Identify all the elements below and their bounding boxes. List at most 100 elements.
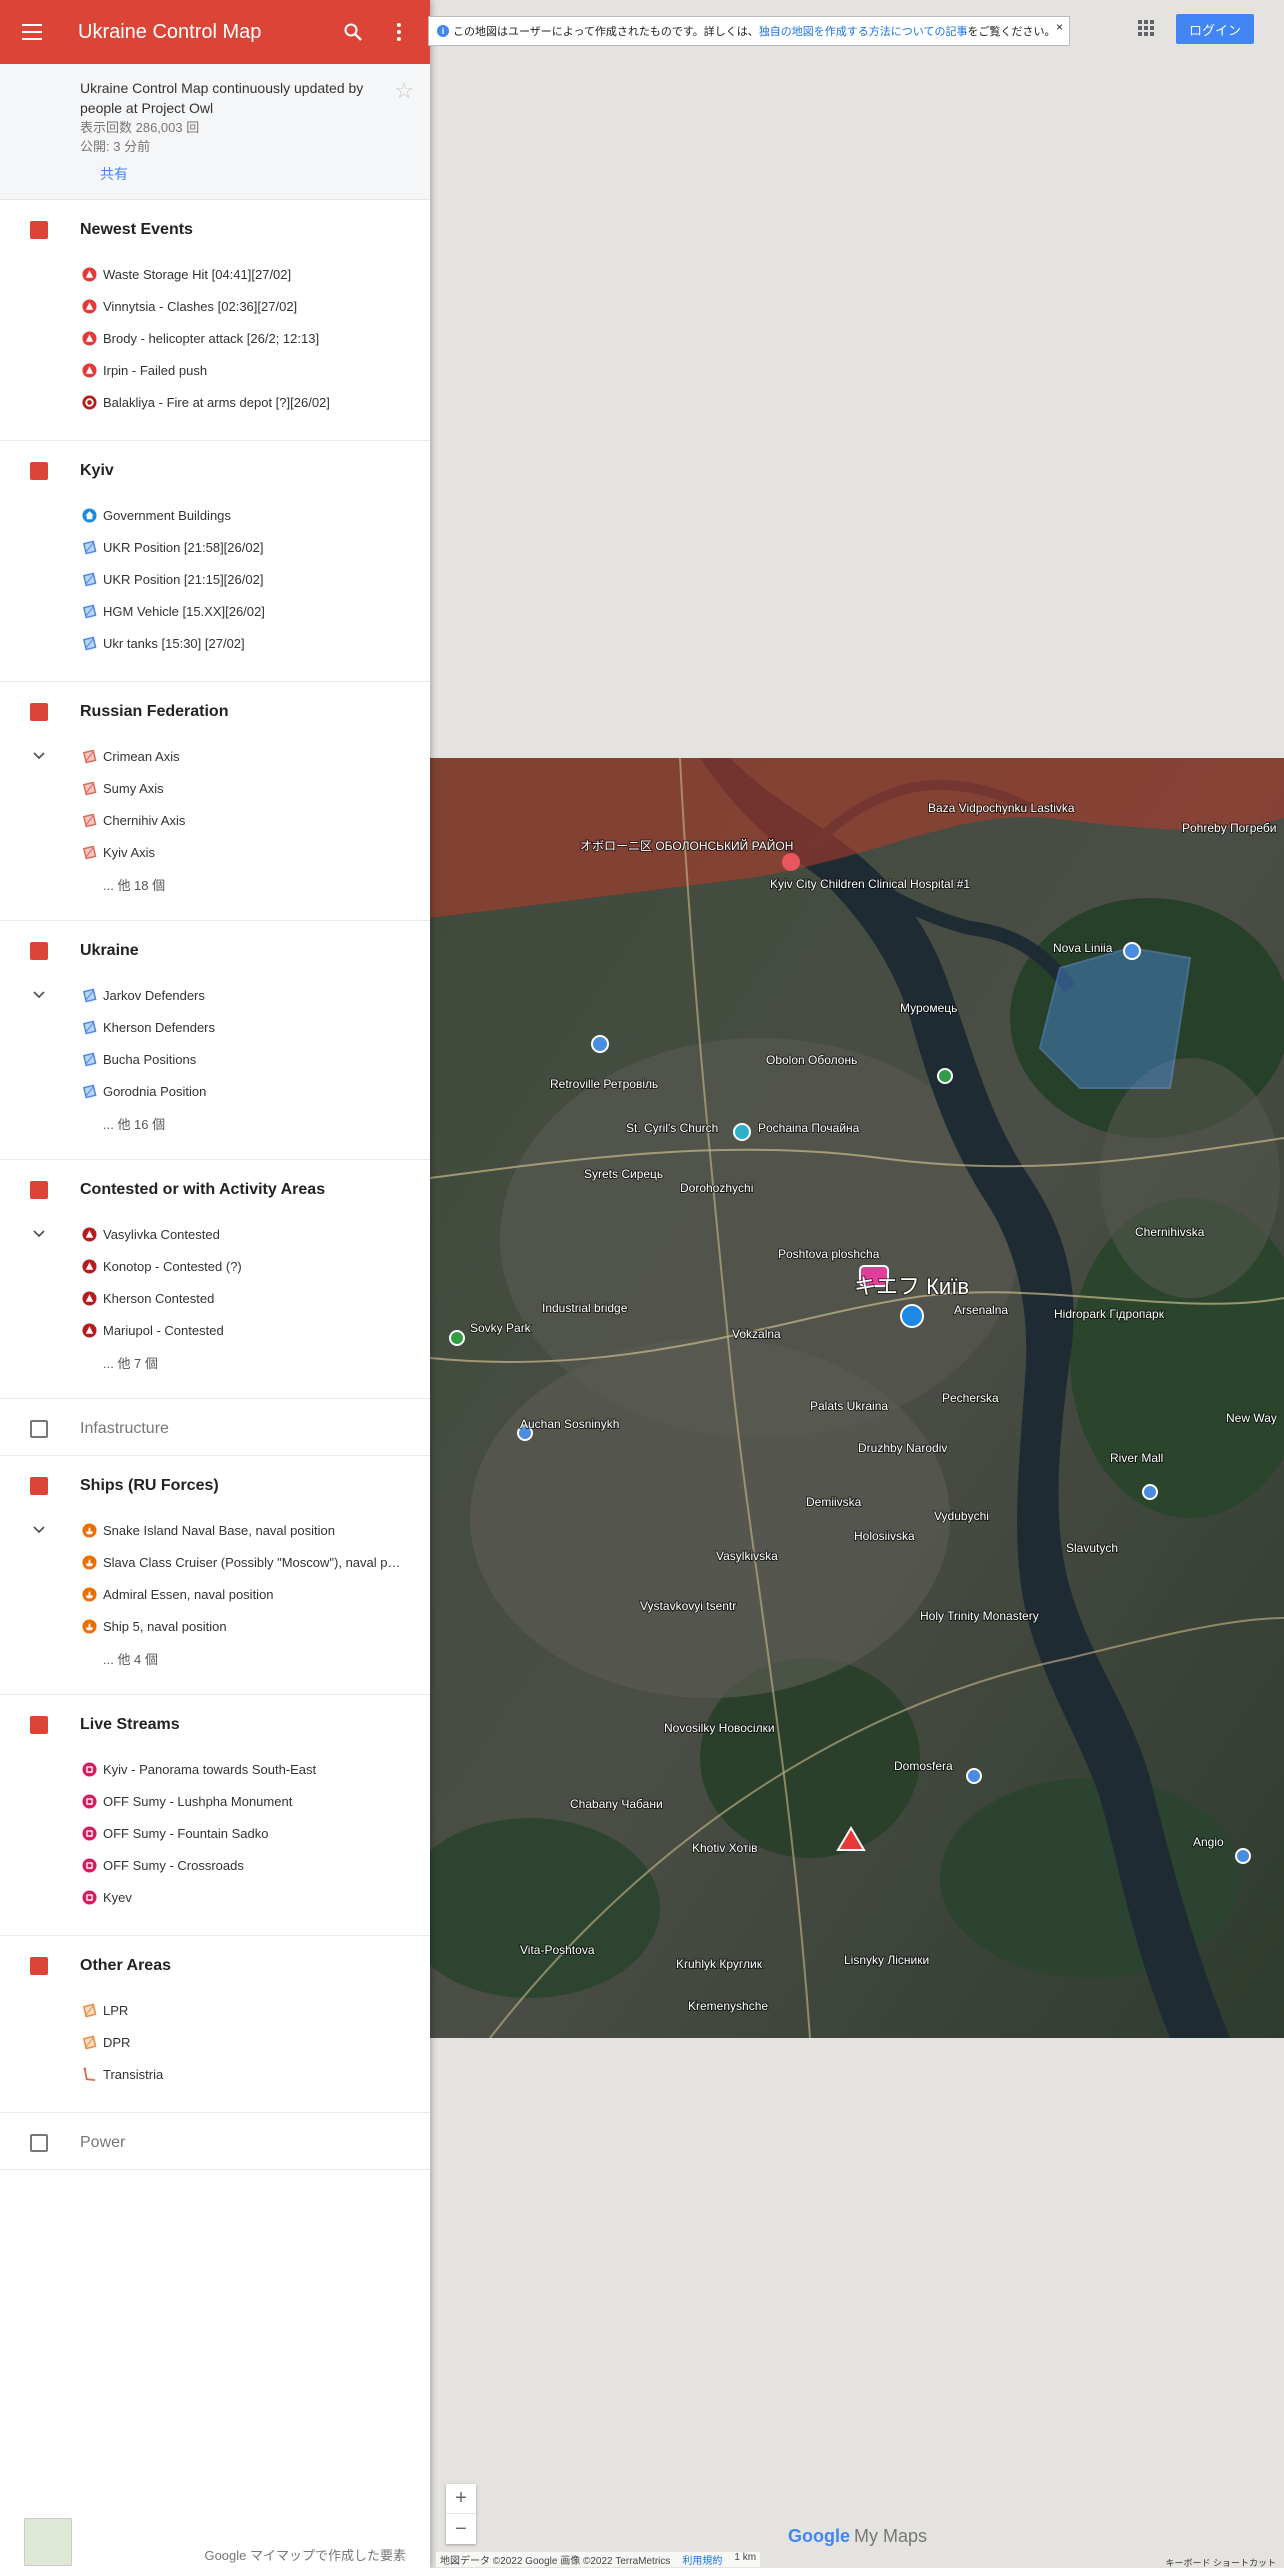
list-item[interactable]: OFF Sumy - Lushpha Monument xyxy=(0,1785,430,1817)
list-item[interactable]: Bucha Positions xyxy=(0,1043,430,1075)
create-map-article-link[interactable]: 独自の地図を作成する方法についての記事 xyxy=(759,23,968,39)
chevron-down-icon[interactable] xyxy=(31,1522,47,1538)
list-item[interactable]: OFF Sumy - Crossroads xyxy=(0,1849,430,1881)
layer-header[interactable]: Newest Events xyxy=(0,218,430,242)
layer-header[interactable]: Infastructure xyxy=(0,1417,430,1441)
layer-visibility-checkbox[interactable] xyxy=(30,1957,48,1975)
position-marker[interactable] xyxy=(1142,1484,1158,1500)
list-item[interactable]: Vasylivka Contested xyxy=(0,1218,430,1250)
terms-link[interactable]: 利用規約 xyxy=(682,2552,722,2567)
layer-visibility-checkbox[interactable] xyxy=(30,2134,48,2152)
list-item[interactable]: Ukr tanks [15:30] [27/02] xyxy=(0,627,430,659)
show-more-link[interactable]: ... 他 7 個 xyxy=(103,1353,158,1372)
list-item[interactable]: Admiral Essen, naval position xyxy=(0,1578,430,1610)
list-item[interactable]: Ship 5, naval position xyxy=(0,1610,430,1642)
list-item[interactable]: UKR Position [21:58][26/02] xyxy=(0,531,430,563)
list-item[interactable]: Crimean Axis xyxy=(0,740,430,772)
list-item[interactable]: Waste Storage Hit [04:41][27/02] xyxy=(0,258,430,290)
list-item[interactable]: Kherson Defenders xyxy=(0,1011,430,1043)
layer-header[interactable]: Live Streams xyxy=(0,1713,430,1737)
list-item[interactable]: Slava Class Cruiser (Possibly "Moscow"),… xyxy=(0,1546,430,1578)
map-label: Chernihivska xyxy=(1135,1225,1205,1239)
list-item[interactable]: Kyev xyxy=(0,1881,430,1913)
layer-visibility-checkbox[interactable] xyxy=(30,1477,48,1495)
list-item[interactable]: Vinnytsia - Clashes [02:36][27/02] xyxy=(0,290,430,322)
made-with-my-maps-link[interactable]: Google マイマップで作成した要素 xyxy=(204,2545,406,2564)
chevron-down-icon[interactable] xyxy=(31,987,47,1003)
position-marker[interactable] xyxy=(1123,942,1141,960)
dark-red-triangle-icon xyxy=(82,1291,97,1306)
map-thumbnail[interactable] xyxy=(24,2518,72,2566)
layer-name: Ukraine xyxy=(80,942,139,959)
satellite-imagery[interactable]: Kyiv City Children Clinical Hospital #1 … xyxy=(430,758,1284,2038)
list-item[interactable]: Government Buildings xyxy=(0,499,430,531)
zoom-out-button[interactable]: − xyxy=(446,2514,476,2544)
layer-name: Other Areas xyxy=(80,1957,171,1974)
position-marker[interactable] xyxy=(449,1330,465,1346)
map-label: Dorohozhychi xyxy=(680,1181,753,1195)
list-item[interactable]: HGM Vehicle [15.XX][26/02] xyxy=(0,595,430,627)
apps-grid-icon[interactable] xyxy=(1136,18,1156,38)
show-more-link[interactable]: ... 他 4 個 xyxy=(103,1649,158,1668)
list-item[interactable]: Kyiv - Panorama towards South-East xyxy=(0,1753,430,1785)
more-items-row: ... 他 7 個 xyxy=(0,1346,430,1376)
layer-header[interactable]: Power xyxy=(0,2131,430,2155)
list-item[interactable]: Transistria xyxy=(0,2058,430,2090)
list-item[interactable]: LPR xyxy=(0,1994,430,2026)
list-item[interactable]: DPR xyxy=(0,2026,430,2058)
chevron-down-icon[interactable] xyxy=(31,1226,47,1242)
zoom-in-button[interactable]: + xyxy=(446,2484,476,2514)
list-item[interactable]: Irpin - Failed push xyxy=(0,354,430,386)
layer-header[interactable]: Contested or with Activity Areas xyxy=(0,1178,430,1202)
list-item[interactable]: Jarkov Defenders xyxy=(0,979,430,1011)
layer-visibility-checkbox[interactable] xyxy=(30,942,48,960)
map-description: Ukraine Control Map continuously updated… xyxy=(80,80,364,116)
list-item-label: Chernihiv Axis xyxy=(103,812,186,828)
layer-header[interactable]: Other Areas xyxy=(0,1954,430,1978)
list-item[interactable]: Kherson Contested xyxy=(0,1282,430,1314)
layer-visibility-checkbox[interactable] xyxy=(30,703,48,721)
show-more-link[interactable]: ... 他 18 個 xyxy=(103,875,165,894)
position-marker[interactable] xyxy=(966,1768,982,1784)
list-item[interactable]: Kyiv Axis xyxy=(0,836,430,868)
list-item[interactable]: Mariupol - Contested xyxy=(0,1314,430,1346)
list-item-label: Vinnytsia - Clashes [02:36][27/02] xyxy=(103,298,298,314)
red-line-icon xyxy=(82,2067,97,2082)
layer-visibility-checkbox[interactable] xyxy=(30,462,48,480)
keyboard-shortcuts-link[interactable]: キーボード ショートカット xyxy=(1165,2556,1276,2568)
layer-visibility-checkbox[interactable] xyxy=(30,1420,48,1438)
more-options-icon[interactable] xyxy=(376,0,422,64)
list-item[interactable]: Sumy Axis xyxy=(0,772,430,804)
position-marker[interactable] xyxy=(1235,1848,1251,1864)
list-item[interactable]: Brody - helicopter attack [26/2; 12:13] xyxy=(0,322,430,354)
list-item[interactable]: Snake Island Naval Base, naval position xyxy=(0,1514,430,1546)
login-button[interactable]: ログイン xyxy=(1176,14,1254,44)
star-icon[interactable]: ☆ xyxy=(394,78,414,104)
list-item[interactable]: Balakliya - Fire at arms depot [?][26/02… xyxy=(0,386,430,418)
menu-icon[interactable] xyxy=(0,0,64,64)
list-item[interactable]: Konotop - Contested (?) xyxy=(0,1250,430,1282)
layer-visibility-checkbox[interactable] xyxy=(30,1716,48,1734)
list-item[interactable]: OFF Sumy - Fountain Sadko xyxy=(0,1817,430,1849)
chevron-down-icon[interactable] xyxy=(31,748,47,764)
layer-visibility-checkbox[interactable] xyxy=(30,221,48,239)
close-notice-button[interactable]: × xyxy=(1056,20,1063,34)
position-marker[interactable] xyxy=(937,1068,953,1084)
layer-header[interactable]: Russian Federation xyxy=(0,700,430,724)
layer-items: Government Buildings UKR Position [21:58]… xyxy=(0,499,430,659)
share-link[interactable]: 共有 xyxy=(100,164,410,184)
position-marker[interactable] xyxy=(591,1035,609,1053)
position-marker[interactable] xyxy=(733,1123,751,1141)
layer-header[interactable]: Kyiv xyxy=(0,459,430,483)
show-more-link[interactable]: ... 他 16 個 xyxy=(103,1114,165,1133)
layer-header[interactable]: Ukraine xyxy=(0,939,430,963)
layer-header[interactable]: Ships (RU Forces) xyxy=(0,1474,430,1498)
hospital-marker[interactable] xyxy=(782,853,800,871)
list-item[interactable]: UKR Position [21:15][26/02] xyxy=(0,563,430,595)
list-item[interactable]: Chernihiv Axis xyxy=(0,804,430,836)
government-marker[interactable] xyxy=(900,1304,924,1328)
layer-visibility-checkbox[interactable] xyxy=(30,1181,48,1199)
list-item[interactable]: Gorodnia Position xyxy=(0,1075,430,1107)
search-icon[interactable] xyxy=(330,0,376,64)
map-label: Муромець xyxy=(900,1001,957,1015)
